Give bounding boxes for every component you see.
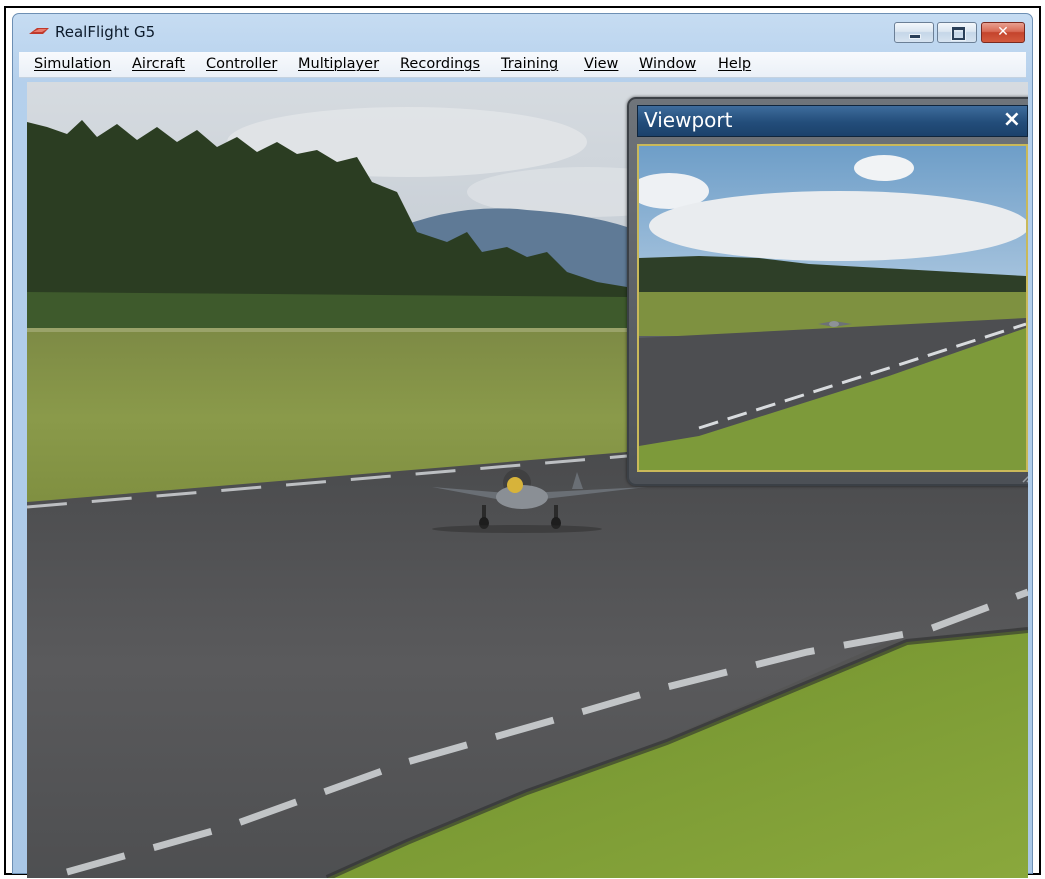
viewport-title: Viewport: [644, 108, 733, 132]
viewport-panel[interactable]: Viewport ×: [627, 97, 1028, 486]
menu-bar: Simulation Aircraft Controller Multiplay…: [19, 52, 1026, 78]
minimize-button[interactable]: [894, 22, 934, 43]
menu-training[interactable]: Training: [501, 56, 558, 72]
close-button[interactable]: ✕: [981, 22, 1025, 43]
realflight-logo-icon: [29, 28, 49, 34]
menu-aircraft[interactable]: Aircraft: [132, 56, 185, 72]
menu-simulation[interactable]: Simulation: [34, 56, 111, 72]
viewport-close-icon[interactable]: ×: [1003, 107, 1021, 132]
menu-view[interactable]: View: [584, 56, 618, 72]
menu-window[interactable]: Window: [639, 56, 696, 72]
viewport-header[interactable]: Viewport ×: [637, 105, 1028, 137]
viewport-scene: [639, 146, 1026, 470]
simulation-view[interactable]: Viewport ×: [27, 82, 1028, 878]
menu-controller[interactable]: Controller: [206, 56, 277, 72]
resize-grip-icon[interactable]: [1021, 469, 1028, 483]
maximize-icon: [952, 27, 965, 40]
window-title: RealFlight G5: [55, 23, 156, 41]
maximize-button[interactable]: [937, 22, 977, 43]
menu-recordings[interactable]: Recordings: [400, 56, 480, 72]
menu-help[interactable]: Help: [718, 56, 751, 72]
app-window: RealFlight G5 ✕ Simulation Aircraft Cont…: [12, 13, 1033, 878]
minimize-icon: [909, 34, 921, 39]
close-icon: ✕: [997, 24, 1009, 40]
title-bar[interactable]: RealFlight G5 ✕: [13, 14, 1032, 50]
menu-multiplayer[interactable]: Multiplayer: [298, 56, 379, 72]
viewport-screen: [637, 144, 1028, 472]
